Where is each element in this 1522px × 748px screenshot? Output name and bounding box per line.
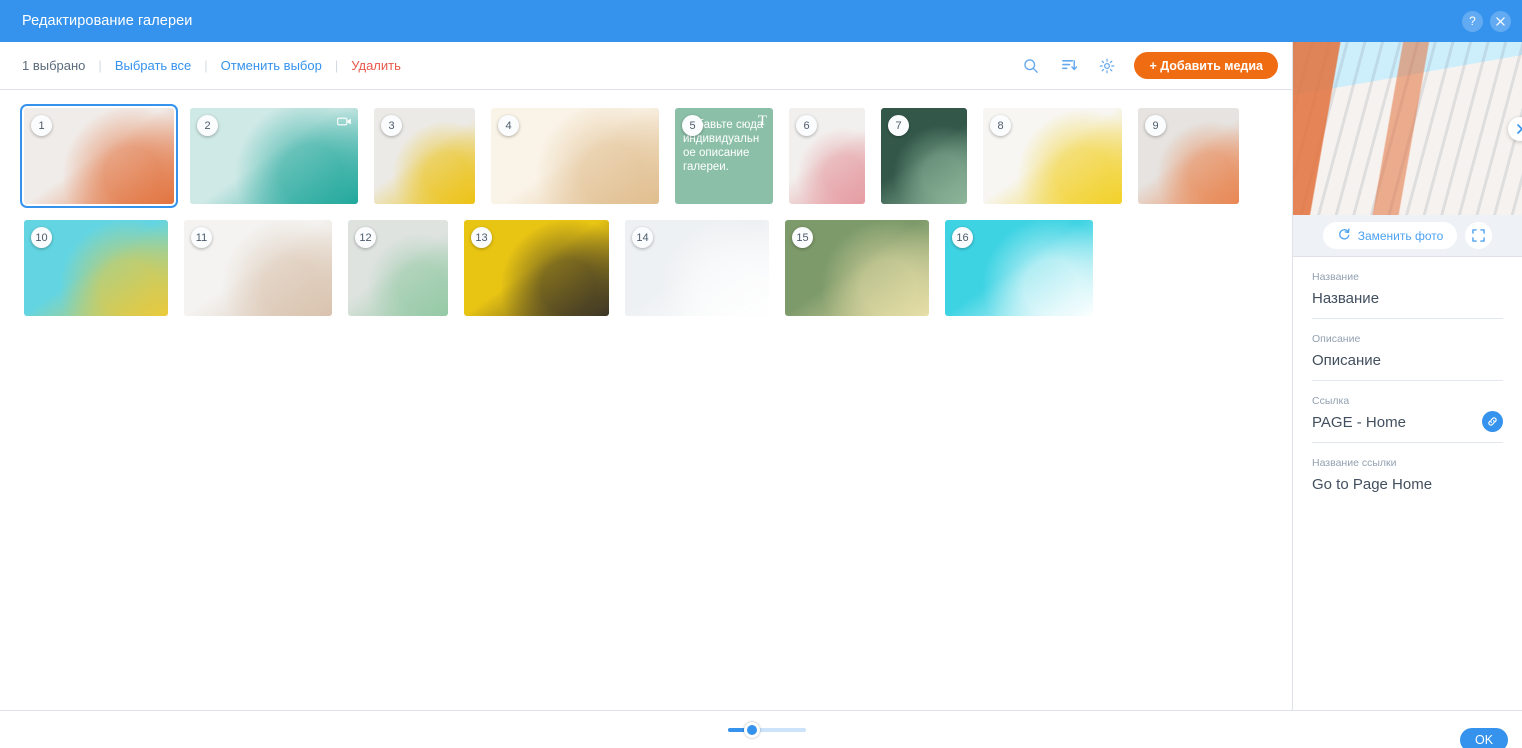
replace-photo-label: Заменить фото (1357, 228, 1444, 243)
toolbar-actions: 1 выбрано | Выбрать все | Отменить выбор… (22, 58, 401, 73)
gallery-tile[interactable]: 2 (190, 108, 358, 204)
tile-number-badge: 15 (792, 227, 813, 248)
gear-icon[interactable] (1096, 55, 1118, 77)
window-controls: ? (1462, 10, 1511, 32)
refresh-icon (1337, 227, 1351, 244)
tile-number-badge: 1 (31, 115, 52, 136)
search-icon[interactable] (1020, 55, 1042, 77)
gallery-tile[interactable]: 6 (789, 108, 865, 204)
ok-button[interactable]: OK (1460, 728, 1508, 748)
sort-descending-icon[interactable] (1058, 55, 1080, 77)
field-label: Описание (1312, 333, 1361, 345)
field-label: Название (1312, 271, 1359, 283)
field-label: Название ссылки (1312, 457, 1397, 469)
tile-number-badge: 13 (471, 227, 492, 248)
gallery-grid: 1 2 3 4 Добавьте сюда индивидуальное описани… (0, 90, 1292, 710)
media-fields: Название Название Описание Описание Ссыл… (1293, 257, 1522, 504)
gallery-tile[interactable]: 14 (625, 220, 769, 316)
field-link-title: Название ссылки Go to Page Home (1312, 443, 1503, 504)
video-icon (337, 114, 352, 132)
tile-number-badge: 4 (498, 115, 519, 136)
crop-expand-icon[interactable] (1465, 222, 1493, 249)
gallery-tile[interactable]: 8 (983, 108, 1122, 204)
tile-number-badge: 14 (632, 227, 653, 248)
preview-image (1293, 42, 1522, 215)
gallery-editor-window: Редактирование галереи ? 1 выбрано | Выб… (0, 0, 1522, 748)
text-icon: T (757, 113, 767, 129)
window-title: Редактирование галереи (22, 13, 193, 29)
gallery-tile[interactable]: 16 (945, 220, 1093, 316)
footer-bar: OK (0, 710, 1522, 748)
toolbar-divider: | (98, 58, 102, 73)
tile-number-badge: 6 (796, 115, 817, 136)
gallery-tile[interactable]: 9 (1138, 108, 1239, 204)
field-description: Описание Описание (1312, 319, 1503, 381)
zoom-slider[interactable] (728, 722, 806, 738)
select-all-button[interactable]: Выбрать все (115, 58, 191, 73)
slider-thumb[interactable] (744, 722, 760, 738)
gallery-tile[interactable]: 11 (184, 220, 332, 316)
field-value[interactable]: PAGE - Home (1312, 414, 1503, 431)
gallery-tile[interactable]: 4 (491, 108, 659, 204)
link-icon[interactable] (1482, 411, 1503, 432)
tile-number-badge: 12 (355, 227, 376, 248)
field-title: Название Название (1312, 257, 1503, 319)
gallery-toolbar: 1 выбрано | Выбрать все | Отменить выбор… (0, 42, 1292, 90)
tile-number-badge: 2 (197, 115, 218, 136)
toolbar-divider: | (204, 58, 208, 73)
delete-button[interactable]: Удалить (351, 58, 401, 73)
field-value[interactable]: Название (1312, 290, 1503, 307)
title-bar: Редактирование галереи ? (0, 0, 1522, 42)
toolbar-tools: + Добавить медиа (1020, 52, 1278, 79)
help-icon[interactable]: ? (1462, 10, 1483, 32)
gallery-tile[interactable]: 7 (881, 108, 967, 204)
tile-number-badge: 10 (31, 227, 52, 248)
field-link: Ссылка PAGE - Home (1312, 381, 1503, 443)
gallery-tile[interactable]: 10 (24, 220, 168, 316)
tile-number-badge: 7 (888, 115, 909, 136)
tile-number-badge: 16 (952, 227, 973, 248)
gallery-tile[interactable]: Добавьте сюда индивидуальное описание га… (675, 108, 773, 204)
tile-number-badge: 3 (381, 115, 402, 136)
tile-number-badge: 5 (682, 115, 703, 136)
field-label: Ссылка (1312, 395, 1350, 407)
replace-photo-button[interactable]: Заменить фото (1322, 222, 1458, 249)
tile-number-badge: 11 (191, 227, 212, 248)
preview-actions: Заменить фото (1293, 215, 1522, 257)
deselect-button[interactable]: Отменить выбор (221, 58, 322, 73)
tile-number-badge: 9 (1145, 115, 1166, 136)
tile-number-badge: 8 (990, 115, 1011, 136)
close-icon[interactable] (1490, 10, 1511, 32)
media-details-panel: Заменить фото Название Название Описание… (1292, 42, 1522, 710)
gallery-tile[interactable]: 13 (464, 220, 609, 316)
field-value[interactable]: Go to Page Home (1312, 476, 1503, 493)
gallery-tile[interactable]: 3 (374, 108, 475, 204)
add-media-button[interactable]: + Добавить медиа (1134, 52, 1278, 79)
gallery-tile[interactable]: 15 (785, 220, 929, 316)
selection-status: 1 выбрано (22, 58, 86, 73)
media-preview (1293, 42, 1522, 215)
field-value[interactable]: Описание (1312, 352, 1503, 369)
gallery-tile[interactable]: 1 (20, 104, 178, 208)
toolbar-divider: | (334, 58, 339, 73)
gallery-tile[interactable]: 12 (348, 220, 448, 316)
